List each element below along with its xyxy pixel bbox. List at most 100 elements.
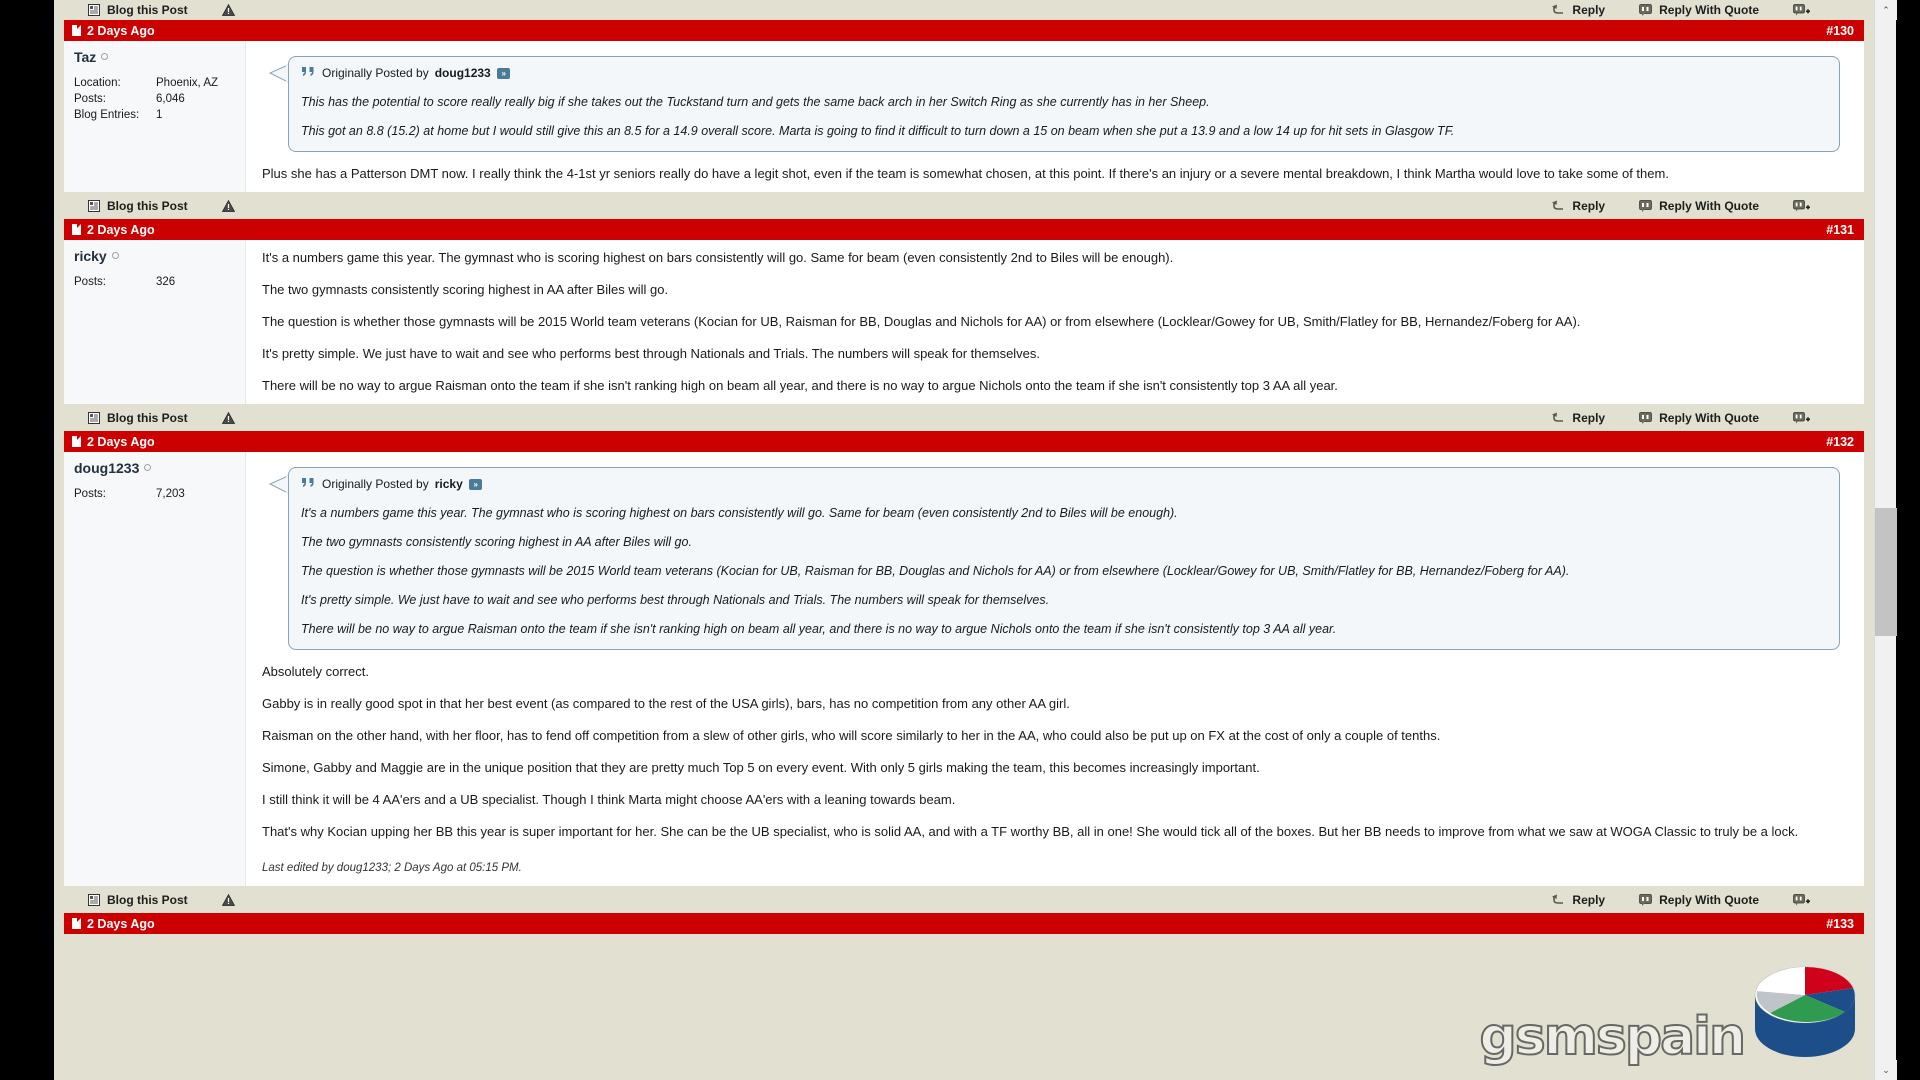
blog-this-post-button[interactable]: Blog this Post	[88, 893, 188, 907]
goto-post-icon[interactable]: »	[468, 478, 482, 490]
scrollbar-down-button[interactable]: ⌄	[1875, 1060, 1897, 1080]
reply-with-quote-label: Reply With Quote	[1659, 3, 1759, 17]
post-controls-right: Reply Reply With Quote	[1551, 199, 1850, 213]
post-body: ricky Posts: 326 It's a numbers game this y…	[64, 240, 1864, 405]
post-paragraph: It's pretty simple. We just have to wait…	[262, 346, 1041, 361]
reply-button[interactable]: Reply	[1551, 199, 1605, 213]
multiquote-plus-icon	[1793, 3, 1810, 17]
multiquote-button[interactable]	[1793, 893, 1810, 907]
multiquote-button[interactable]	[1793, 199, 1810, 213]
quote-box: Originally Posted by ricky » It's a numbers…	[288, 467, 1840, 650]
blog-icon	[88, 412, 100, 424]
quote-author[interactable]: ricky	[435, 476, 463, 492]
quote-paragraph: The two gymnasts consistently scoring hi…	[301, 535, 692, 549]
stat-label: Posts:	[74, 488, 106, 500]
reply-with-quote-label: Reply With Quote	[1659, 199, 1759, 213]
post-author-name[interactable]: doug1233	[74, 460, 235, 476]
reply-label: Reply	[1572, 3, 1606, 17]
forum-thread-page: Blog this Post Reply Reply With Quote 2 …	[54, 0, 1896, 1080]
post-paragraph: Raisman on the other hand, with her floo…	[262, 728, 1441, 743]
stat-row: Posts: 6,046	[74, 91, 235, 107]
reply-label: Reply	[1572, 199, 1606, 213]
quote-block: Originally Posted by ricky » It's a numbers…	[268, 467, 1840, 650]
quote-author[interactable]: doug1233	[435, 65, 491, 81]
stat-value: 1	[156, 109, 163, 121]
reply-with-quote-button[interactable]: Reply With Quote	[1639, 411, 1759, 425]
reply-arrow-icon	[1551, 412, 1565, 424]
post-timestamp: 2 Days Ago	[87, 222, 155, 237]
stat-label: Location:	[74, 77, 121, 89]
reply-with-quote-label: Reply With Quote	[1659, 411, 1759, 425]
report-post-button[interactable]	[221, 200, 235, 212]
quote-paragraph: This got an 8.8 (15.2) at home but I wou…	[301, 124, 1455, 138]
scrollbar-up-button[interactable]: ⌃	[1875, 0, 1897, 20]
post-body: doug1233 Posts: 7,203 Originally Posted by r…	[64, 452, 1864, 887]
post-controls-right: Reply Reply With Quote	[1551, 3, 1850, 17]
online-status-indicator	[111, 252, 119, 259]
multiquote-button[interactable]	[1793, 411, 1810, 425]
post-controls-left: Blog this Post	[78, 199, 235, 213]
post-controls-bar: Blog this Post Reply Reply With Quote	[64, 193, 1864, 219]
warning-triangle-icon	[221, 894, 235, 906]
post-controls-left: Blog this Post	[78, 893, 235, 907]
reply-with-quote-button[interactable]: Reply With Quote	[1639, 893, 1759, 907]
post-message: It's a numbers game this year. The gymna…	[246, 240, 1864, 404]
post-page-icon	[72, 436, 81, 447]
post-header-left: 2 Days Ago	[72, 917, 155, 931]
reply-arrow-icon	[1551, 4, 1565, 16]
reply-with-quote-button[interactable]: Reply With Quote	[1639, 199, 1759, 213]
blog-this-post-label: Blog this Post	[107, 199, 188, 213]
post-paragraph: The question is whether those gymnasts w…	[262, 314, 1581, 329]
report-post-button[interactable]	[221, 4, 235, 16]
stat-row: Blog Entries: 1	[74, 107, 235, 123]
post-paragraph: Plus she has a Patterson DMT now. I real…	[262, 166, 1669, 181]
quote-paragraph: It's a numbers game this year. The gymna…	[301, 506, 1178, 520]
post-author-name[interactable]: Taz	[74, 49, 235, 65]
post-message: Originally Posted by ricky » It's a numbers…	[246, 452, 1864, 886]
reply-button[interactable]: Reply	[1551, 893, 1605, 907]
post-author-stats: Posts: 7,203	[74, 486, 235, 502]
reply-with-quote-label: Reply With Quote	[1659, 893, 1759, 907]
right-black-gutter	[1896, 0, 1920, 1080]
post-header-left: 2 Days Ago	[72, 24, 155, 38]
speech-bubble-icon	[1639, 894, 1652, 906]
post-author-stats: Location: Phoenix, AZ Posts: 6,046 Blog Entr…	[74, 75, 235, 123]
goto-post-icon[interactable]: »	[496, 67, 510, 79]
reply-with-quote-button[interactable]: Reply With Quote	[1639, 3, 1759, 17]
quote-paragraph: It's pretty simple. We just have to wait…	[301, 593, 1050, 607]
blog-this-post-label: Blog this Post	[107, 3, 188, 17]
post-author-name[interactable]: ricky	[74, 248, 235, 264]
quote-pointer	[266, 475, 288, 495]
quote-header: Originally Posted by ricky »	[301, 476, 1827, 492]
post-header: 2 Days Ago #130	[64, 20, 1864, 41]
post-user-info: Taz Location: Phoenix, AZ Posts: 6,046 Blog E…	[64, 41, 246, 192]
blog-icon	[88, 894, 100, 906]
report-post-button[interactable]	[221, 894, 235, 906]
page-scrollbar[interactable]: ⌃ ⌄	[1874, 0, 1897, 1080]
post-controls-left: Blog this Post	[78, 3, 235, 17]
blog-this-post-button[interactable]: Blog this Post	[88, 3, 188, 17]
report-post-button[interactable]	[221, 412, 235, 424]
post-paragraph: That's why Kocian upping her BB this yea…	[262, 824, 1799, 839]
post-message: Originally Posted by doug1233 » This has th…	[246, 41, 1864, 192]
post-timestamp: 2 Days Ago	[87, 916, 155, 931]
blog-this-post-button[interactable]: Blog this Post	[88, 199, 188, 213]
stat-label: Blog Entries:	[74, 109, 140, 121]
quote-attribution-label: Originally Posted by	[322, 477, 429, 491]
multiquote-button[interactable]	[1793, 3, 1810, 17]
posts-container: 2 Days Ago #130 Taz Location: Phoenix, AZ Pos…	[54, 20, 1874, 913]
stat-value: 326	[156, 276, 176, 288]
post-user-info: doug1233 Posts: 7,203	[64, 452, 246, 886]
stat-row: Posts: 326	[74, 274, 235, 290]
post-paragraph: It's a numbers game this year. The gymna…	[262, 250, 1174, 265]
post-paragraph: Absolutely correct.	[262, 664, 369, 679]
stat-value: Phoenix, AZ	[156, 77, 219, 89]
post-header-left: 2 Days Ago	[72, 435, 155, 449]
post-controls-bar-top: Blog this Post Reply Reply With Quote	[64, 0, 1864, 20]
post-paragraph: Simone, Gabby and Maggie are in the uniq…	[262, 760, 1260, 775]
blog-this-post-button[interactable]: Blog this Post	[88, 411, 188, 425]
reply-button[interactable]: Reply	[1551, 3, 1605, 17]
scrollbar-thumb[interactable]	[1875, 508, 1897, 636]
reply-button[interactable]: Reply	[1551, 411, 1605, 425]
post-controls-bar: Blog this Post Reply Reply With Quote	[64, 887, 1864, 913]
